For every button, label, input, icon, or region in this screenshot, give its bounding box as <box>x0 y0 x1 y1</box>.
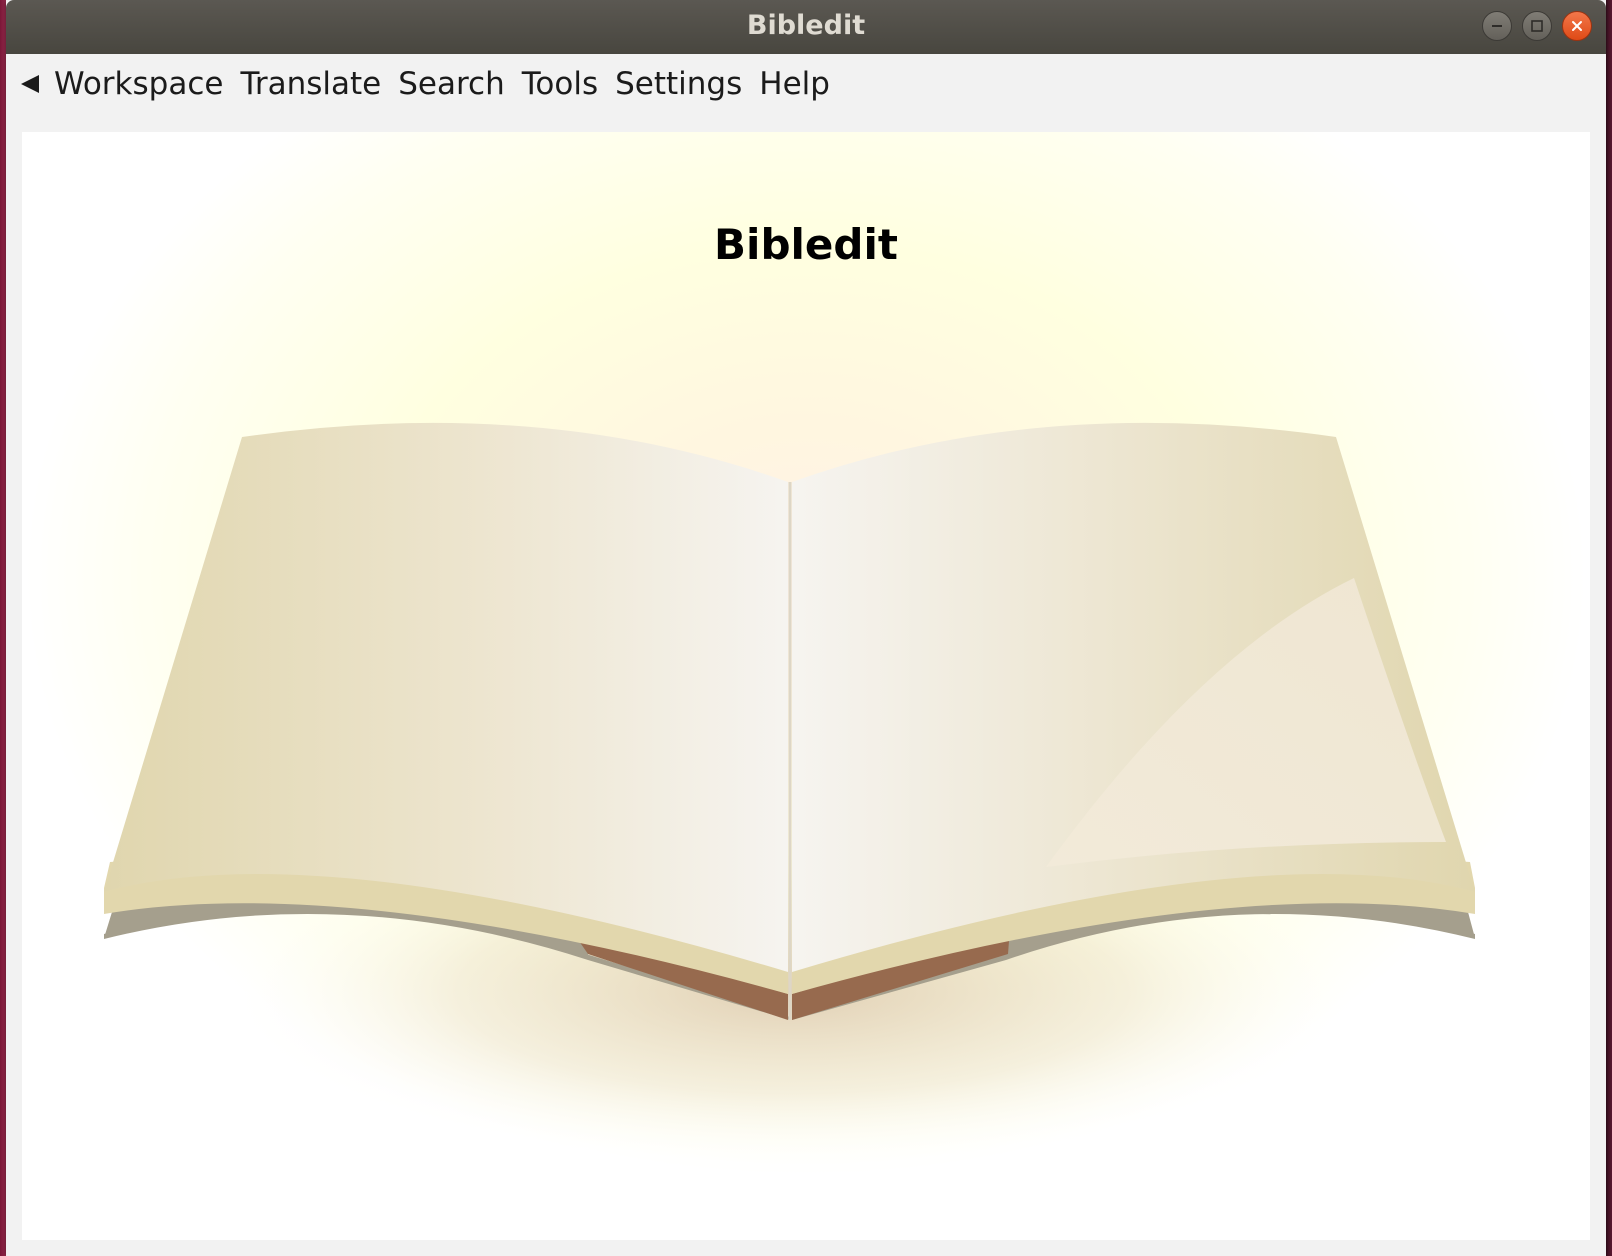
page-title: Bibledit <box>714 220 898 269</box>
menu-translate[interactable]: Translate <box>240 54 381 114</box>
title-bar[interactable]: Bibledit <box>6 0 1606 54</box>
back-button[interactable] <box>16 69 44 99</box>
window-title: Bibledit <box>746 10 866 41</box>
close-button[interactable] <box>1562 11 1592 41</box>
menu-help[interactable]: Help <box>759 54 830 114</box>
app-window: Bibledit Workspace Translate Search Tool… <box>6 0 1606 1256</box>
menu-settings[interactable]: Settings <box>615 54 742 114</box>
minimize-button[interactable] <box>1482 11 1512 41</box>
menu-bar: Workspace Translate Search Tools Setting… <box>6 54 1606 114</box>
maximize-button[interactable] <box>1522 11 1552 41</box>
maximize-icon <box>1531 20 1543 32</box>
close-icon <box>1572 21 1582 31</box>
minimize-icon <box>1492 25 1502 27</box>
back-arrow-icon <box>21 75 39 93</box>
menu-tools[interactable]: Tools <box>522 54 598 114</box>
open-book-illustration <box>104 422 1475 1162</box>
menu-search[interactable]: Search <box>398 54 505 114</box>
menu-workspace[interactable]: Workspace <box>54 54 223 114</box>
main-content: Bibledit <box>22 132 1590 1240</box>
